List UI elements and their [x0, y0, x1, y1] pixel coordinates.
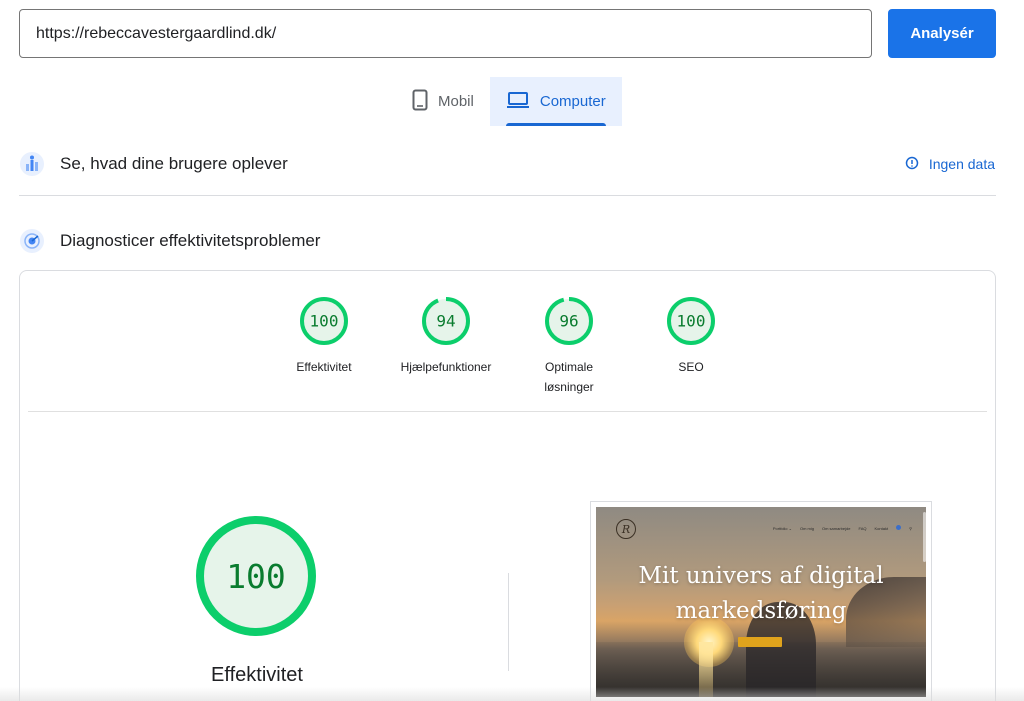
site-headline-line1: Mit univers af digital [638, 563, 884, 589]
site-headline: Mit univers af digital markedsføring [596, 559, 926, 629]
page-screenshot: R Portfolio ⌄ Om mig Om samarbejde FAQ K… [590, 501, 932, 701]
gauge-seo[interactable]: 100 SEO [636, 295, 746, 377]
gauge-accessibility-value: 94 [436, 312, 455, 331]
laptop-icon [506, 91, 530, 113]
site-nav-item: Om samarbejde [822, 526, 851, 531]
screenshot-scrollbar [923, 512, 926, 562]
site-nav-item: Portfolio ⌄ [772, 526, 792, 531]
site-headline-line2: markedsføring [675, 598, 847, 624]
main-score-label: Effektivitet [211, 664, 303, 686]
vertical-divider [508, 573, 509, 671]
users-chart-icon [19, 151, 45, 177]
gauge-best-practices-label: Optimale løsninger [544, 360, 594, 394]
report-card: 100 Effektivitet 94 Hjælpefunktioner 96 … [19, 270, 996, 701]
gauge-seo-value: 100 [677, 312, 706, 331]
gauge-best-practices[interactable]: 96 Optimale løsninger [514, 295, 624, 397]
tab-mobile-label: Mobil [438, 93, 474, 110]
no-data-link[interactable]: Ingen data [905, 156, 995, 173]
lab-data-section: Diagnosticer effektivitetsproblemer [19, 225, 996, 257]
gauge-accessibility-ring: 94 [422, 297, 470, 345]
site-cta-button [738, 637, 782, 647]
tab-computer-label: Computer [539, 93, 606, 110]
info-icon [905, 156, 919, 173]
gauge-seo-label: SEO [678, 360, 704, 374]
gauge-performance[interactable]: 100 Effektivitet [269, 295, 379, 377]
device-tabs: Mobil Computer [396, 77, 622, 126]
no-data-label: Ingen data [928, 156, 995, 172]
gauge-best-practices-ring: 96 [545, 297, 593, 345]
lab-data-title: Diagnosticer effektivitetsproblemer [60, 231, 321, 250]
analyze-button[interactable]: Analysér [888, 9, 996, 58]
gauge-accessibility-label: Hjælpefunktioner [400, 360, 492, 374]
site-nav-item: Om mig [800, 526, 814, 531]
site-search-icon: ⚲ [909, 526, 912, 531]
site-nav-item: FAQ [858, 526, 867, 531]
site-nav-dot-icon [896, 525, 902, 530]
phone-icon [412, 89, 428, 115]
field-data-section: Se, hvad dine brugere oplever Ingen data [19, 148, 996, 180]
gauge-seo-ring: 100 [667, 297, 715, 345]
gauge-performance-ring: 100 [300, 297, 348, 345]
bottom-shade [0, 687, 1024, 701]
gauge-performance-label: Effektivitet [296, 360, 352, 374]
url-input[interactable] [19, 9, 872, 58]
gauge-performance-value: 100 [310, 312, 339, 331]
site-logo-icon: R [616, 519, 636, 539]
main-score-value: 100 [226, 557, 286, 596]
field-data-title: Se, hvad dine brugere oplever [60, 154, 288, 173]
gauges-divider [28, 411, 987, 412]
site-nav-item: Kontakt [874, 526, 889, 531]
lighthouse-icon [19, 228, 45, 254]
site-nav: Portfolio ⌄ Om mig Om samarbejde FAQ Kon… [772, 525, 912, 531]
screenshot-image: R Portfolio ⌄ Om mig Om samarbejde FAQ K… [596, 507, 926, 697]
main-score-gauge: 100 [194, 514, 318, 643]
tab-mobile[interactable]: Mobil [396, 77, 490, 126]
gauge-accessibility[interactable]: 94 Hjælpefunktioner [391, 295, 501, 377]
section-divider [19, 195, 996, 196]
gauge-best-practices-value: 96 [559, 312, 578, 331]
main-score-ring: 100 [196, 516, 316, 636]
tab-computer[interactable]: Computer [489, 77, 622, 126]
